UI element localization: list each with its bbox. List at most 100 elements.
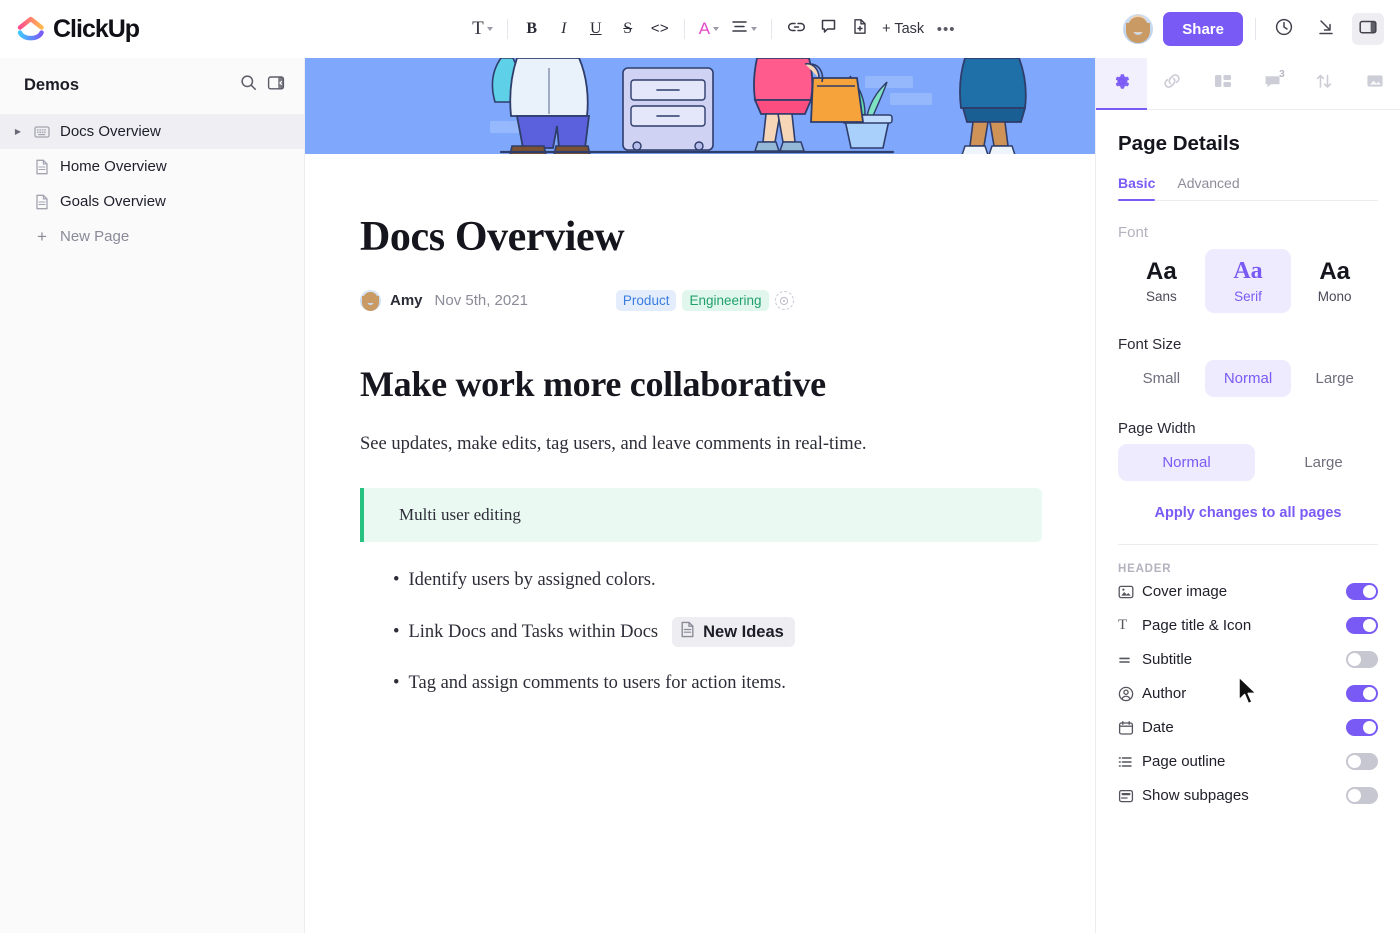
panel-tab-bar: 3	[1096, 58, 1400, 110]
code-button[interactable]: <>	[645, 14, 675, 44]
toggle-subtitle[interactable]: Subtitle	[1118, 643, 1378, 677]
section-paragraph[interactable]: See updates, make edits, tag users, and …	[360, 431, 1060, 458]
cover-image-switch[interactable]	[1346, 583, 1378, 601]
list-item[interactable]: • Link Docs and Tasks within Docs New Id…	[393, 617, 1060, 647]
show-subpages-switch[interactable]	[1346, 787, 1378, 805]
sidebar-header: Demos	[0, 58, 304, 112]
toggle-right-panel-button[interactable]	[1352, 13, 1384, 45]
sidebar-item-docs-overview[interactable]: ▶ Docs Overview	[0, 114, 304, 149]
toggle-page-outline[interactable]: Page outline	[1118, 745, 1378, 779]
subpages-icon	[1118, 788, 1142, 804]
sidebar-search-button[interactable]	[234, 71, 262, 99]
add-task-label: + Task	[882, 21, 925, 37]
text-color-button[interactable]: A	[694, 14, 724, 44]
page-date[interactable]: Nov 5th, 2021	[435, 292, 528, 309]
font-option-serif[interactable]: Aa Serif	[1204, 249, 1292, 313]
font-size-large[interactable]: Large	[1291, 360, 1378, 397]
toggle-cover-image[interactable]: Cover image	[1118, 575, 1378, 609]
bold-icon: B	[526, 20, 538, 37]
italic-button[interactable]: I	[549, 14, 579, 44]
import-button[interactable]	[1310, 13, 1342, 45]
toggle-label: Subtitle	[1142, 651, 1193, 669]
font-size-small[interactable]: Small	[1118, 360, 1205, 397]
add-tag-button[interactable]	[774, 291, 794, 311]
font-option-sans[interactable]: Aa Sans	[1118, 249, 1205, 313]
toggle-author[interactable]: Author	[1118, 677, 1378, 711]
font-size-normal[interactable]: Normal	[1204, 359, 1292, 397]
editor-toolbar: T B I U S <> A + Task •••	[305, 14, 1123, 44]
share-button[interactable]: Share	[1163, 12, 1243, 46]
subtitle-switch[interactable]	[1346, 651, 1378, 669]
page-outline-switch[interactable]	[1346, 753, 1378, 771]
clickup-logo-icon	[16, 14, 46, 44]
linked-doc-label: New Ideas	[703, 622, 784, 641]
page-width-label: Page Width	[1118, 419, 1196, 437]
list-item[interactable]: • Identify users by assigned colors.	[393, 570, 1060, 591]
font-option-mono[interactable]: Aa Mono	[1291, 249, 1378, 313]
clickup-docs-app: ClickUp T B I U S <> A + Task ••• Share …	[0, 0, 1400, 933]
date-switch[interactable]	[1346, 719, 1378, 737]
add-task-button[interactable]: + Task	[877, 14, 929, 44]
font-sample: Aa	[1319, 258, 1351, 285]
bullet-list: • Identify users by assigned colors. • L…	[360, 570, 1060, 694]
page-plus-icon	[852, 18, 868, 40]
apply-to-all-pages-link[interactable]: Apply changes to all pages	[1118, 505, 1378, 521]
toggle-page-title-icon[interactable]: T Page title & Icon	[1118, 609, 1378, 643]
insert-page-button[interactable]	[845, 14, 875, 44]
user-avatar[interactable]	[1123, 14, 1154, 44]
sidebar-new-page-button[interactable]: + New Page	[0, 219, 304, 254]
cover-image[interactable]	[305, 58, 1095, 154]
comment-button[interactable]	[813, 14, 843, 44]
panel-tab-settings[interactable]	[1096, 58, 1147, 110]
sort-icon	[1314, 72, 1334, 95]
sidebar-page-list: ▶ Docs Overview Home Overview Goals Over…	[0, 112, 304, 254]
doc-page-icon	[33, 194, 51, 210]
page-title[interactable]: Docs Overview	[360, 214, 1060, 260]
list-item[interactable]: • Tag and assign comments to users for a…	[393, 673, 1060, 694]
panel-tab-comments[interactable]: 3	[1248, 58, 1299, 109]
panel-tab-sort[interactable]	[1299, 58, 1350, 109]
top-bar: ClickUp T B I U S <> A + Task ••• Share	[0, 0, 1400, 58]
bullet-dot-icon: •	[393, 673, 400, 693]
panel-tab-cover[interactable]	[1349, 58, 1400, 109]
linked-doc-chip[interactable]: New Ideas	[672, 617, 795, 647]
tag-product[interactable]: Product	[615, 290, 677, 312]
comment-count-badge: 3	[1279, 69, 1285, 80]
toolbar-divider	[683, 19, 685, 39]
link-icon	[1162, 72, 1182, 95]
app-logo[interactable]: ClickUp	[0, 14, 305, 44]
panel-tab-layout[interactable]	[1197, 58, 1248, 109]
expand-chevron-icon[interactable]: ▶	[12, 127, 24, 136]
panel-title: Page Details	[1118, 132, 1240, 155]
bold-button[interactable]: B	[517, 14, 547, 44]
collapse-sidebar-button[interactable]	[262, 71, 290, 99]
tag-engineering[interactable]: Engineering	[682, 290, 769, 312]
page-width-normal[interactable]: Normal	[1118, 443, 1255, 481]
strikethrough-button[interactable]: S	[613, 14, 643, 44]
sidebar-item-home-overview[interactable]: Home Overview	[0, 149, 304, 184]
toggle-show-subpages[interactable]: Show subpages	[1118, 779, 1378, 813]
author-switch[interactable]	[1346, 685, 1378, 703]
document-column: Docs Overview Amy Nov 5th, 2021 Product …	[360, 154, 1060, 694]
underline-button[interactable]: U	[581, 14, 611, 44]
page-title-switch[interactable]	[1346, 617, 1378, 635]
toggle-date[interactable]: Date	[1118, 711, 1378, 745]
callout-block[interactable]: Multi user editing	[360, 488, 1042, 542]
panel-subtabs: Basic Advanced	[1118, 175, 1378, 201]
divider	[1255, 18, 1256, 40]
panel-tab-relationships[interactable]	[1147, 58, 1198, 109]
doc-page-icon	[680, 621, 695, 643]
subtab-basic[interactable]: Basic	[1118, 175, 1156, 201]
section-heading[interactable]: Make work more collaborative	[360, 363, 1060, 405]
more-options-button[interactable]: •••	[931, 14, 961, 44]
share-label: Share	[1182, 20, 1224, 38]
text-style-button[interactable]: T	[467, 14, 498, 44]
sidebar-item-goals-overview[interactable]: Goals Overview	[0, 184, 304, 219]
page-width-large[interactable]: Large	[1255, 444, 1392, 481]
subtab-advanced[interactable]: Advanced	[1177, 175, 1239, 200]
history-button[interactable]	[1268, 13, 1300, 45]
import-arrow-icon	[1316, 17, 1336, 42]
align-button[interactable]	[726, 14, 762, 44]
document-content: Docs Overview Amy Nov 5th, 2021 Product …	[305, 154, 1095, 694]
link-button[interactable]	[781, 14, 811, 44]
